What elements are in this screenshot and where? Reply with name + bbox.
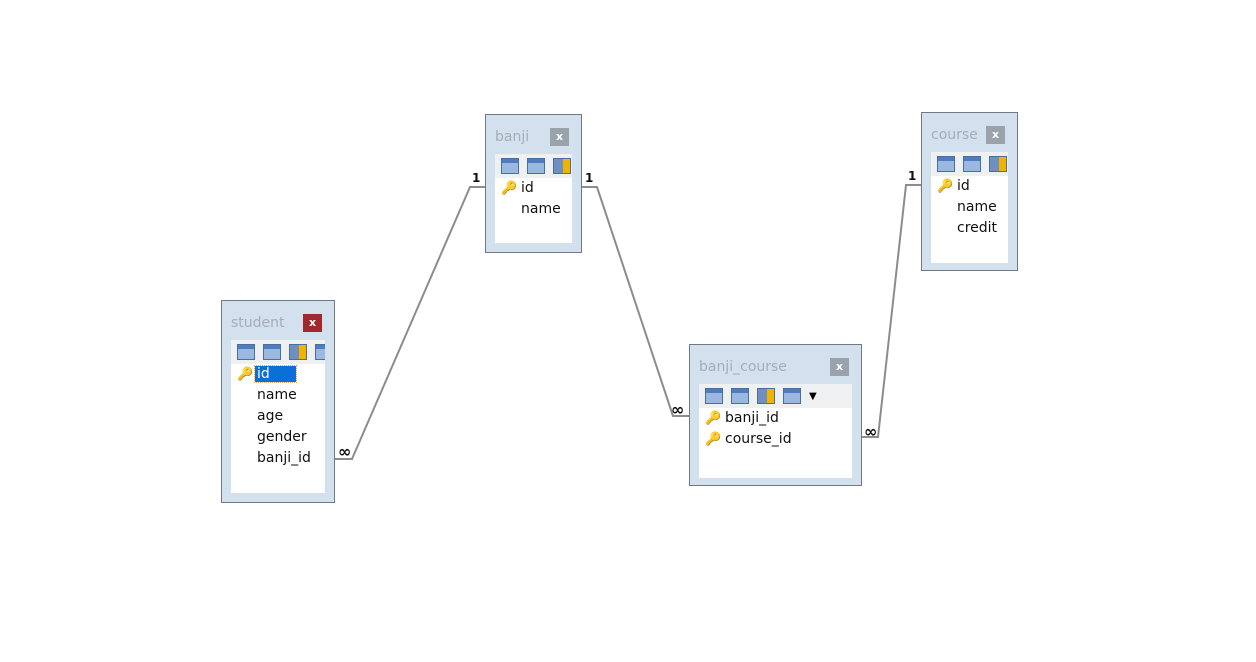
one-label: 1 — [472, 171, 481, 185]
field-row[interactable]: 🔑 id — [931, 176, 1008, 197]
relationship-lines — [335, 184, 921, 460]
field-name: name — [957, 199, 997, 215]
field-name: id — [254, 365, 297, 383]
table-toolbar — [495, 154, 572, 178]
table-add-icon[interactable] — [783, 388, 801, 404]
field-name: banji_id — [725, 410, 779, 426]
table-student[interactable]: student x 🔑 id name age gender banji_id — [221, 300, 335, 503]
key-icon: 🔑 — [937, 179, 954, 194]
many-label: ∞ — [338, 442, 352, 461]
table-key-icon[interactable] — [989, 156, 1007, 172]
field-name: age — [257, 408, 284, 424]
table-form-icon[interactable] — [731, 388, 749, 404]
field-row[interactable]: 🔑 id — [231, 364, 325, 385]
table-title[interactable]: course — [931, 127, 978, 143]
table-toolbar: ▼ — [699, 384, 852, 408]
field-name: credit — [957, 220, 998, 236]
table-key-icon[interactable] — [757, 388, 775, 404]
table-toolbar — [931, 152, 1008, 176]
field-row[interactable]: banji_id — [231, 448, 325, 469]
close-button[interactable]: x — [986, 126, 1005, 144]
field-row[interactable]: gender — [231, 427, 325, 448]
chevron-down-icon[interactable]: ▼ — [809, 391, 817, 402]
field-name: gender — [257, 429, 307, 445]
field-row[interactable]: credit — [931, 218, 1008, 239]
field-name: id — [957, 178, 970, 194]
table-key-icon[interactable] — [289, 344, 307, 360]
field-row[interactable]: 🔑 banji_id — [699, 408, 852, 429]
table-title[interactable]: banji — [495, 129, 529, 145]
key-icon: 🔑 — [705, 432, 722, 447]
table-title[interactable]: student — [231, 315, 285, 331]
field-row[interactable]: 🔑 id — [495, 178, 572, 199]
table-toolbar — [231, 340, 325, 364]
table-grid-icon[interactable] — [237, 344, 255, 360]
key-icon: 🔑 — [501, 181, 518, 196]
table-form-icon[interactable] — [527, 158, 545, 174]
field-row[interactable]: name — [231, 385, 325, 406]
key-icon: 🔑 — [705, 411, 722, 426]
table-add-icon[interactable] — [315, 344, 325, 360]
table-course[interactable]: course x 🔑 id name credit — [921, 112, 1018, 271]
field-name: name — [521, 201, 561, 217]
table-form-icon[interactable] — [963, 156, 981, 172]
table-key-icon[interactable] — [553, 158, 571, 174]
field-name: name — [257, 387, 297, 403]
field-name: banji_id — [257, 450, 311, 466]
table-grid-icon[interactable] — [937, 156, 955, 172]
table-title[interactable]: banji_course — [699, 359, 787, 375]
close-button[interactable]: x — [550, 128, 569, 146]
key-icon: 🔑 — [237, 367, 254, 382]
one-label: 1 — [585, 171, 594, 185]
field-row[interactable]: age — [231, 406, 325, 427]
field-row[interactable]: 🔑 course_id — [699, 429, 852, 450]
many-label: ∞ — [671, 400, 685, 419]
close-button[interactable]: x — [303, 314, 322, 332]
table-grid-icon[interactable] — [705, 388, 723, 404]
field-name: id — [521, 180, 534, 196]
one-label: 1 — [908, 169, 917, 183]
field-name: course_id — [725, 431, 792, 447]
table-banji_course[interactable]: banji_course x ▼ 🔑 banji_id 🔑 course_id — [689, 344, 862, 486]
table-banji[interactable]: banji x 🔑 id name — [485, 114, 582, 253]
relationship-line-course-banji-course[interactable] — [862, 184, 921, 438]
field-row[interactable]: name — [495, 199, 572, 220]
close-button[interactable]: x — [830, 358, 849, 376]
relationship-line-banji-banji-course[interactable] — [582, 186, 689, 417]
field-row[interactable]: name — [931, 197, 1008, 218]
table-grid-icon[interactable] — [501, 158, 519, 174]
relationship-line-student-banji[interactable] — [335, 186, 485, 460]
table-form-icon[interactable] — [263, 344, 281, 360]
many-label: ∞ — [864, 422, 878, 441]
